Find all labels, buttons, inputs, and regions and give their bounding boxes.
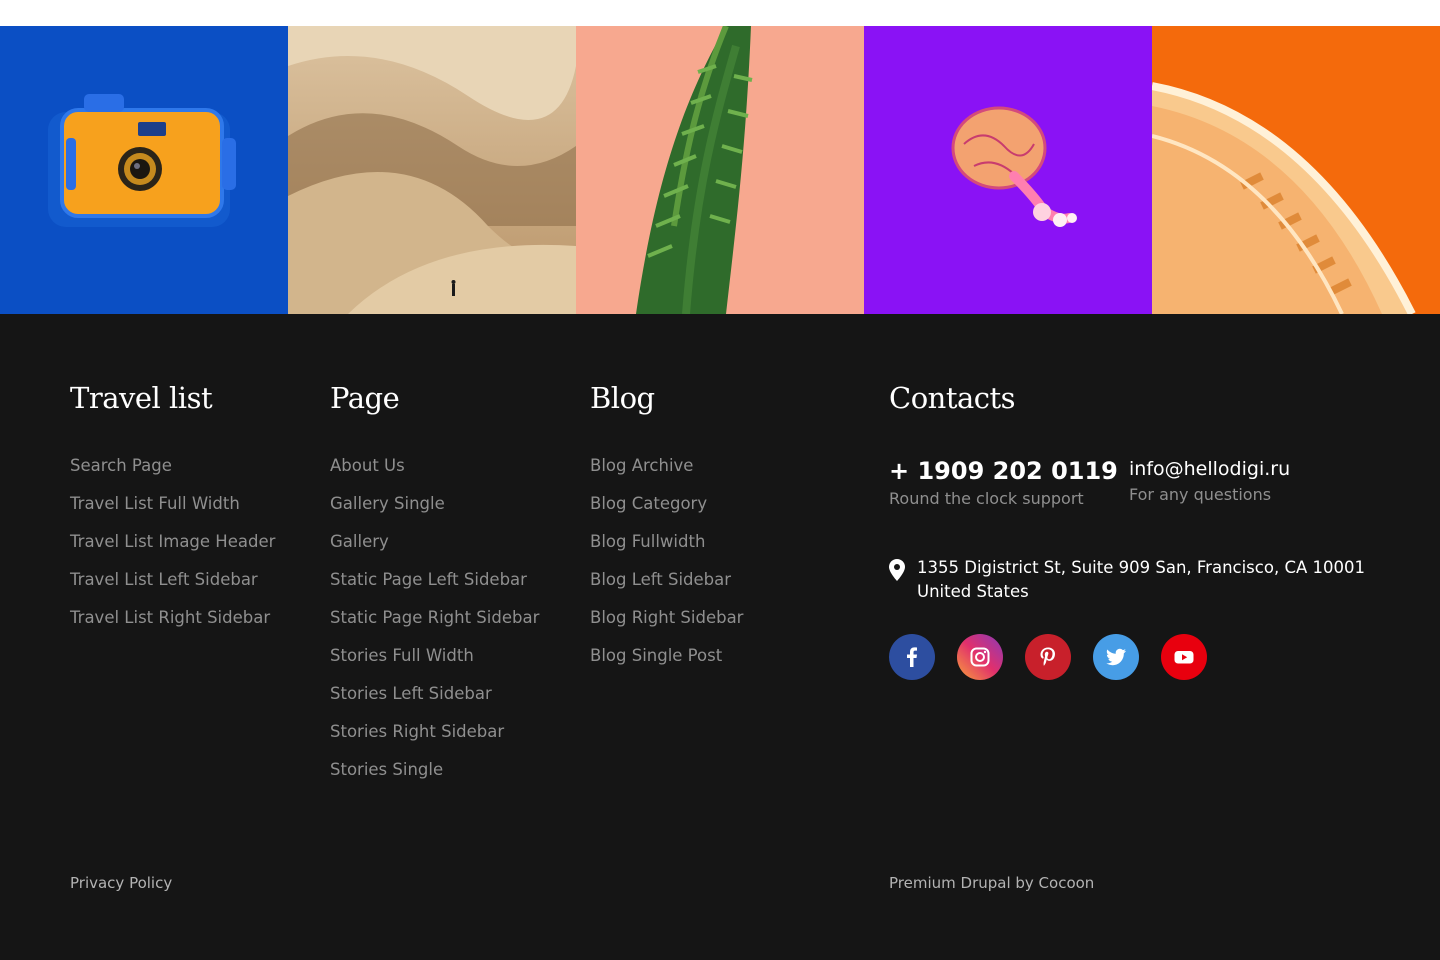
gallery-tile-jellyfish[interactable] [864,26,1152,314]
orange-stairs-photo [1152,26,1440,314]
top-bar [0,0,1440,26]
pinterest-button[interactable] [1025,634,1071,680]
social-links [889,634,1367,680]
youtube-icon [1174,651,1194,664]
footer-link[interactable]: Blog Single Post [590,638,743,676]
footer-link[interactable]: Static Page Left Sidebar [330,562,539,600]
desert-dunes-photo [288,26,576,314]
footer-heading-travel-list: Travel list [70,381,213,415]
contact-row: + 1909 202 0119 Round the clock support … [889,456,1367,516]
address-line-1: 1355 Digistrict St, Suite 909 San, Franc… [917,558,1365,577]
facebook-button[interactable] [889,634,935,680]
phone-note: Round the clock support [889,489,1084,508]
instagram-button[interactable] [957,634,1003,680]
site-footer: Travel list Search Page Travel List Full… [0,314,1440,960]
footer-link[interactable]: Stories Single [330,752,539,790]
image-gallery [0,26,1440,314]
address-line-2: United States [917,582,1029,601]
footer-heading-page: Page [330,381,400,415]
pinterest-icon [1040,647,1055,666]
footer-link[interactable]: Gallery [330,524,539,562]
footer-col-contacts: Contacts + 1909 202 0119 Round the clock… [889,378,1367,680]
phone-block: + 1909 202 0119 Round the clock support [889,456,1118,510]
footer-link[interactable]: Stories Right Sidebar [330,714,539,752]
credit-link[interactable]: Premium Drupal by Cocoon [889,874,1094,892]
footer-link[interactable]: Blog Category [590,486,743,524]
instagram-icon [970,647,990,667]
email-link[interactable]: info@hellodigi.ru [1129,456,1290,482]
email-note: For any questions [1129,485,1272,504]
map-pin-icon [889,559,905,581]
gallery-tile-plant[interactable] [576,26,864,314]
camera-photo [0,26,288,314]
footer-link[interactable]: Blog Right Sidebar [590,600,743,638]
privacy-policy-link[interactable]: Privacy Policy [70,874,172,892]
footer-link[interactable]: About Us [330,448,539,486]
email-block: info@hellodigi.ru For any questions [1129,456,1290,506]
address: 1355 Digistrict St, Suite 909 San, Franc… [889,556,1367,604]
footer-link[interactable]: Stories Full Width [330,638,539,676]
twitter-button[interactable] [1093,634,1139,680]
footer-col-travel-list: Travel list Search Page Travel List Full… [70,378,275,638]
phone-number[interactable]: + 1909 202 0119 [889,456,1118,486]
footer-col-page: Page About Us Gallery Single Gallery Sta… [330,378,539,790]
plant-photo [576,26,864,314]
footer-link[interactable]: Travel List Image Header [70,524,275,562]
footer-link[interactable]: Travel List Full Width [70,486,275,524]
footer-link[interactable]: Blog Left Sidebar [590,562,743,600]
facebook-icon [907,647,917,667]
footer-link[interactable]: Stories Left Sidebar [330,676,539,714]
footer-col-blog: Blog Blog Archive Blog Category Blog Ful… [590,378,743,676]
footer-heading-blog: Blog [590,381,655,415]
youtube-button[interactable] [1161,634,1207,680]
twitter-icon [1106,648,1126,666]
footer-link[interactable]: Static Page Right Sidebar [330,600,539,638]
gallery-tile-camera[interactable] [0,26,288,314]
footer-link[interactable]: Search Page [70,448,275,486]
jellyfish-photo [864,26,1152,314]
gallery-tile-desert[interactable] [288,26,576,314]
footer-link[interactable]: Blog Archive [590,448,743,486]
footer-link[interactable]: Travel List Left Sidebar [70,562,275,600]
footer-link[interactable]: Travel List Right Sidebar [70,600,275,638]
footer-heading-contacts: Contacts [889,381,1016,415]
footer-link[interactable]: Gallery Single [330,486,539,524]
gallery-tile-stairs[interactable] [1152,26,1440,314]
footer-link[interactable]: Blog Fullwidth [590,524,743,562]
